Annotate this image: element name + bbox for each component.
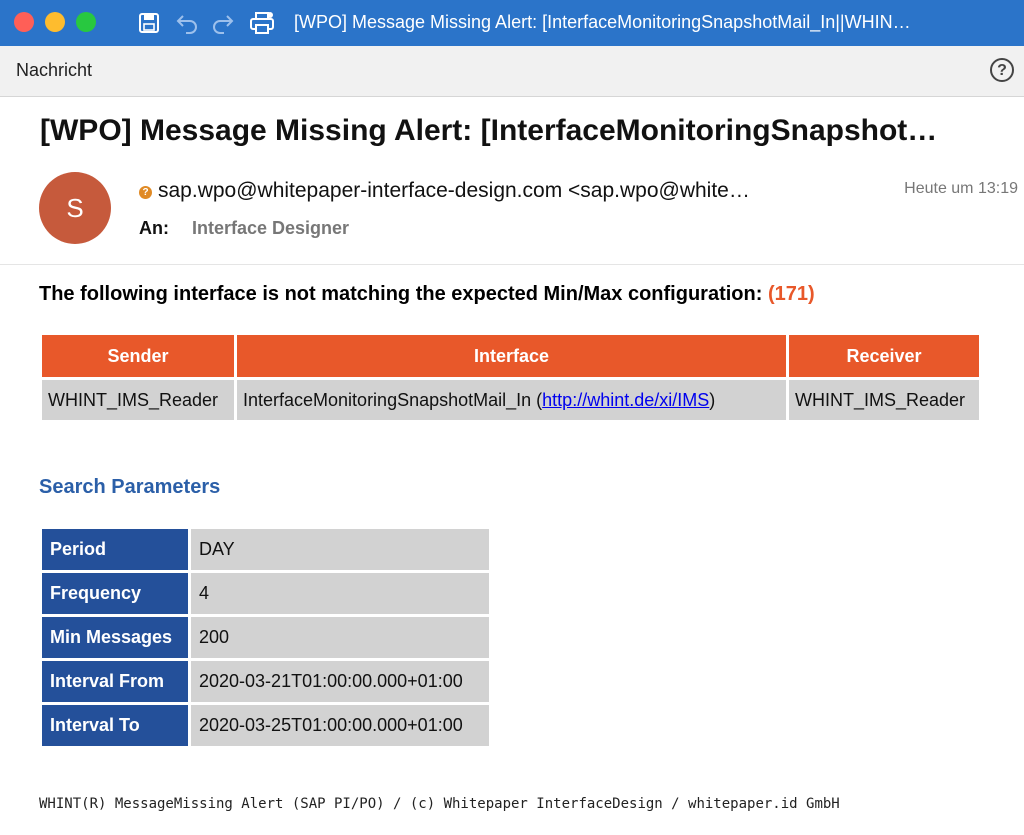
param-value: 200 — [191, 617, 489, 658]
redo-icon[interactable] — [210, 10, 236, 36]
sender-address[interactable]: sap.wpo@whitepaper-interface-design.com … — [158, 179, 848, 203]
table-row: Period DAY — [42, 529, 489, 570]
table-row: WHINT_IMS_Reader InterfaceMonitoringSnap… — [42, 380, 979, 420]
sender-avatar: S — [39, 172, 111, 244]
table-row: Interval From 2020-03-21T01:00:00.000+01… — [42, 661, 489, 702]
column-header-receiver: Receiver — [789, 335, 979, 377]
param-label: Frequency — [42, 573, 188, 614]
search-parameters-title: Search Parameters — [39, 476, 221, 498]
param-value: 2020-03-21T01:00:00.000+01:00 — [191, 661, 489, 702]
maximize-window-button[interactable] — [76, 12, 96, 32]
print-icon[interactable] — [249, 10, 275, 36]
interface-table-header: Sender Interface Receiver — [42, 335, 979, 377]
alert-count: (171) — [767, 283, 815, 305]
alert-intro: The following interface is not matching … — [39, 283, 815, 306]
help-button[interactable]: ? — [990, 58, 1014, 82]
param-label: Min Messages — [42, 617, 188, 658]
message-subject: [WPO] Message Missing Alert: [InterfaceM… — [40, 114, 938, 147]
interface-name: InterfaceMonitoringSnapshotMail_In ( — [243, 389, 543, 410]
table-row: Frequency 4 — [42, 573, 489, 614]
minimize-window-button[interactable] — [45, 12, 65, 32]
interface-suffix: ) — [709, 389, 716, 410]
message-date: Heute um 13:19 — [904, 180, 1018, 197]
alert-intro-text: The following interface is not matching … — [39, 283, 768, 305]
column-header-sender: Sender — [42, 335, 234, 377]
param-value: 2020-03-25T01:00:00.000+01:00 — [191, 705, 489, 746]
cell-sender: WHINT_IMS_Reader — [42, 380, 234, 420]
cell-interface: InterfaceMonitoringSnapshotMail_In (http… — [237, 380, 786, 420]
header-divider — [0, 264, 1024, 265]
save-icon[interactable] — [136, 10, 162, 36]
sender-warning-icon[interactable]: ? — [139, 186, 152, 199]
param-value: 4 — [191, 573, 489, 614]
table-row: Interval To 2020-03-25T01:00:00.000+01:0… — [42, 705, 489, 746]
interface-table: Sender Interface Receiver WHINT_IMS_Read… — [39, 332, 982, 423]
interface-namespace-link[interactable]: http://whint.de/xi/IMS — [542, 390, 709, 410]
param-label: Period — [42, 529, 188, 570]
mail-footer: WHINT(R) MessageMissing Alert (SAP PI/PO… — [39, 796, 840, 812]
undo-icon[interactable] — [174, 10, 200, 36]
param-label: Interval From — [42, 661, 188, 702]
table-row: Min Messages 200 — [42, 617, 489, 658]
recipient-name[interactable]: Interface Designer — [192, 218, 349, 239]
column-header-interface: Interface — [237, 335, 786, 377]
cell-receiver: WHINT_IMS_Reader — [789, 380, 979, 420]
message-toolbar: Nachricht ? — [0, 46, 1024, 97]
search-parameters-table: Period DAY Frequency 4 Min Messages 200 … — [39, 526, 492, 749]
window-titlebar: [WPO] Message Missing Alert: [InterfaceM… — [0, 0, 1024, 46]
param-label: Interval To — [42, 705, 188, 746]
recipient-label: An: — [139, 218, 169, 238]
window-title: [WPO] Message Missing Alert: [InterfaceM… — [294, 12, 911, 32]
param-value: DAY — [191, 529, 489, 570]
close-window-button[interactable] — [14, 12, 34, 32]
tab-nachricht[interactable]: Nachricht — [16, 60, 92, 81]
